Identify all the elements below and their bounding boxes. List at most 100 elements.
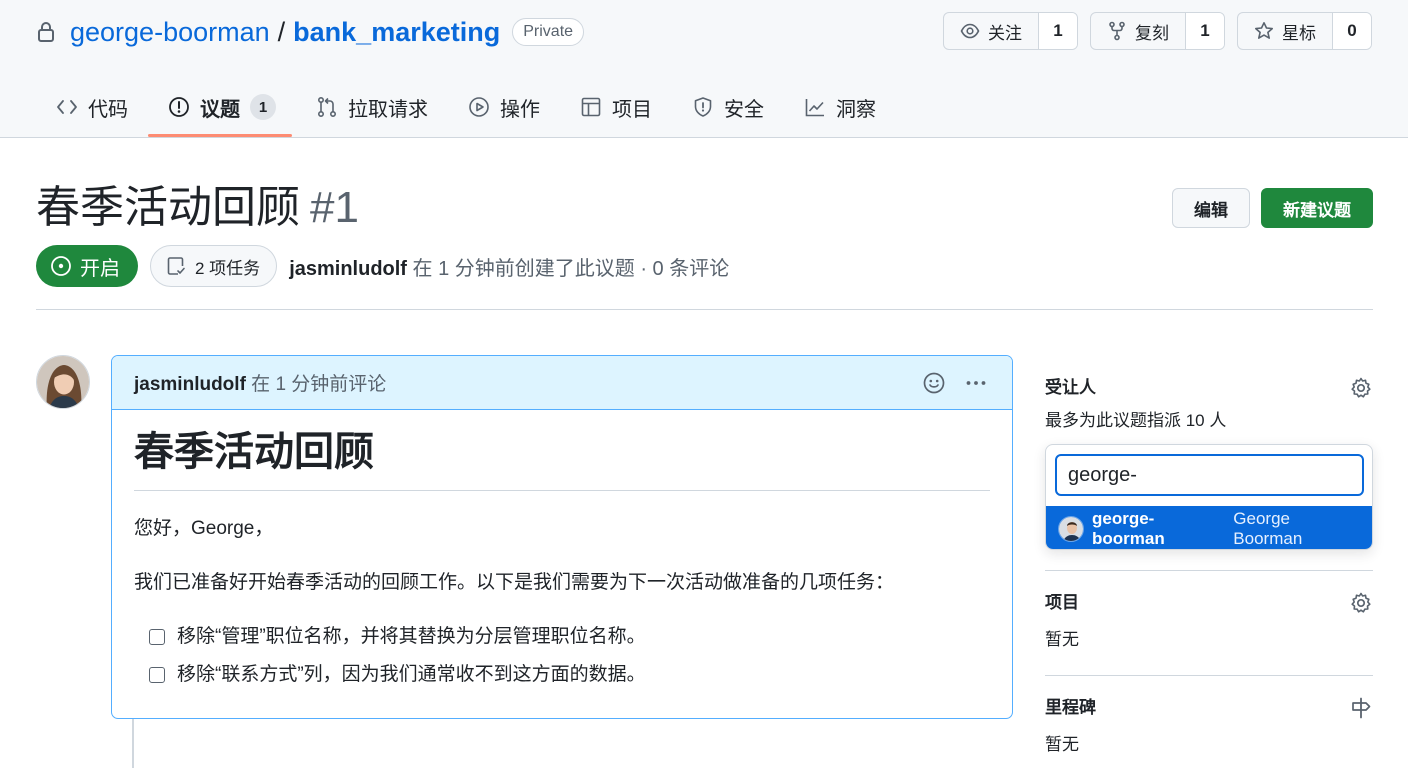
edit-button[interactable]: 编辑: [1172, 188, 1250, 228]
task-list-item: 移除“联系方式”列，因为我们通常收不到这方面的数据。: [149, 661, 990, 689]
task-checkbox[interactable]: [149, 629, 165, 645]
kebab-horizontal-icon[interactable]: [964, 371, 988, 395]
issue-meta-text: jasminludolf 在 1 分钟前创建了此议题 · 0 条评论: [289, 252, 729, 281]
milestone-section: 里程碑 暂无: [1045, 690, 1373, 760]
task-text: 移除“联系方式”列，因为我们通常收不到这方面的数据。: [177, 664, 646, 685]
graph-icon: [804, 96, 826, 118]
tab-pull-requests[interactable]: 拉取请求: [296, 76, 448, 138]
tab-pull-requests-label: 拉取请求: [348, 98, 428, 121]
checklist-icon: [165, 255, 187, 277]
watch-label: 关注: [988, 23, 1022, 43]
issue-number: #1: [310, 183, 359, 232]
shield-icon: [692, 96, 714, 118]
comment-time[interactable]: 在 1 分钟前评论: [246, 374, 386, 395]
issue-opened-icon: [168, 96, 190, 118]
active-tab-underline: [148, 134, 292, 137]
watch-button[interactable]: 关注: [944, 13, 1039, 49]
table-icon: [580, 96, 602, 118]
lock-icon: [36, 21, 62, 43]
tab-actions[interactable]: 操作: [448, 76, 560, 138]
sidebar-divider: [1045, 570, 1373, 571]
new-issue-button[interactable]: 新建议题: [1261, 188, 1373, 228]
tab-issues-label: 议题: [200, 98, 240, 121]
issue-state-badge: 开启: [36, 245, 138, 287]
assignee-picker: george-boorman George Boorman: [1045, 444, 1373, 550]
tab-projects[interactable]: 项目: [560, 76, 672, 138]
assignees-section: 受让人 最多为此议题指派 10 人 george-boorman George …: [1045, 370, 1373, 550]
avatar: [1058, 515, 1084, 542]
fork-icon: [1107, 21, 1127, 41]
repo-name-link[interactable]: bank_marketing: [293, 14, 500, 50]
fork-label: 复刻: [1135, 23, 1169, 43]
star-button-group: 星标 0: [1237, 12, 1372, 50]
assignee-suggestion[interactable]: george-boorman George Boorman: [1046, 506, 1372, 549]
sidebar-divider: [1045, 675, 1373, 676]
task-list: 移除“管理”职位名称，并将其替换为分层管理职位名称。 移除“联系方式”列，因为我…: [134, 623, 990, 689]
title-divider: [36, 309, 1373, 310]
star-button[interactable]: 星标: [1238, 13, 1333, 49]
milestone-title: 里程碑: [1045, 698, 1096, 717]
milestone-empty: 暂无: [1045, 735, 1079, 754]
projects-empty: 暂无: [1045, 630, 1079, 649]
tab-projects-label: 项目: [612, 98, 652, 121]
issue-title: 春季活动回顾 #1: [36, 180, 359, 236]
play-icon: [468, 96, 490, 118]
star-label: 星标: [1282, 23, 1316, 43]
issue-sidebar: 受让人 最多为此议题指派 10 人 george-boorman George …: [1045, 370, 1373, 760]
watch-button-group: 关注 1: [943, 12, 1078, 50]
tab-actions-label: 操作: [500, 98, 540, 121]
assignees-title: 受让人: [1045, 378, 1096, 397]
suggestion-name: George Boorman: [1233, 508, 1303, 548]
smiley-icon[interactable]: [922, 371, 946, 395]
visibility-badge: Private: [512, 18, 585, 46]
avatar[interactable]: [36, 355, 90, 409]
assignee-search-input[interactable]: [1055, 454, 1364, 496]
task-checkbox[interactable]: [149, 667, 165, 683]
fork-button-group: 复刻 1: [1090, 12, 1225, 50]
code-icon: [56, 96, 78, 118]
comment-greeting: 您好，George，: [134, 518, 274, 539]
issue-opened-icon: [50, 255, 72, 277]
projects-section: 项目 暂无: [1045, 585, 1373, 675]
task-text: 移除“管理”职位名称，并将其替换为分层管理职位名称。: [177, 626, 646, 647]
tab-insights-label: 洞察: [836, 98, 876, 121]
issue-title-text: 春季活动回顾: [36, 183, 300, 232]
comment-heading: 春季活动回顾: [134, 426, 990, 491]
breadcrumb-separator: /: [277, 17, 286, 47]
comment-tools: [922, 356, 988, 410]
issues-counter: 1: [250, 94, 276, 120]
projects-title: 项目: [1045, 593, 1079, 612]
issue-meta: 开启 2 项任务 jasminludolf 在 1 分钟前创建了此议题 · 0 …: [36, 245, 729, 287]
tasks-label: 2 项任务: [195, 258, 261, 278]
timeline-line: [132, 718, 134, 768]
tab-issues[interactable]: 议题 1: [148, 76, 296, 138]
comment-header-text: jasminludolf 在 1 分钟前评论: [134, 369, 386, 396]
tab-code-label: 代码: [88, 98, 128, 121]
tasks-badge[interactable]: 2 项任务: [150, 245, 278, 287]
repo-actions: 关注 1 复刻 1 星标 0: [943, 12, 1372, 50]
comment-body: 春季活动回顾 您好，George， 我们已准备好开始春季活动的回顾工作。以下是我…: [112, 410, 1012, 689]
tab-security[interactable]: 安全: [672, 76, 784, 138]
comment-header: jasminludolf 在 1 分钟前评论: [112, 356, 1012, 410]
comment-author-link[interactable]: jasminludolf: [134, 374, 246, 395]
repo-owner-link[interactable]: george-boorman: [70, 14, 270, 50]
star-count[interactable]: 0: [1333, 13, 1371, 49]
tab-insights[interactable]: 洞察: [784, 76, 896, 138]
suggestion-login: george-boorman: [1092, 508, 1165, 548]
star-icon: [1254, 21, 1274, 41]
comment-intro: 我们已准备好开始春季活动的回顾工作。以下是我们需要为下一次活动做准备的几项任务：: [134, 572, 895, 593]
fork-button[interactable]: 复刻: [1091, 13, 1186, 49]
task-list-item: 移除“管理”职位名称，并将其替换为分层管理职位名称。: [149, 623, 990, 651]
watch-count[interactable]: 1: [1039, 13, 1077, 49]
tab-security-label: 安全: [724, 98, 764, 121]
pull-request-icon: [316, 96, 338, 118]
repo-header: george-boorman / bank_marketing Private …: [0, 0, 1408, 138]
eye-icon: [960, 21, 980, 41]
fork-count[interactable]: 1: [1186, 13, 1224, 49]
repo-nav: 代码 议题 1 拉取请求 操作 项目 安全 洞察: [36, 76, 896, 138]
tab-code[interactable]: 代码: [36, 76, 148, 138]
assignees-note: 最多为此议题指派 10 人: [1045, 411, 1227, 430]
issue-meta-suffix: 在 1 分钟前创建了此议题 · 0 条评论: [406, 257, 730, 280]
issue-author-link[interactable]: jasminludolf: [289, 258, 407, 280]
repo-breadcrumb: george-boorman / bank_marketing Private: [36, 14, 585, 50]
